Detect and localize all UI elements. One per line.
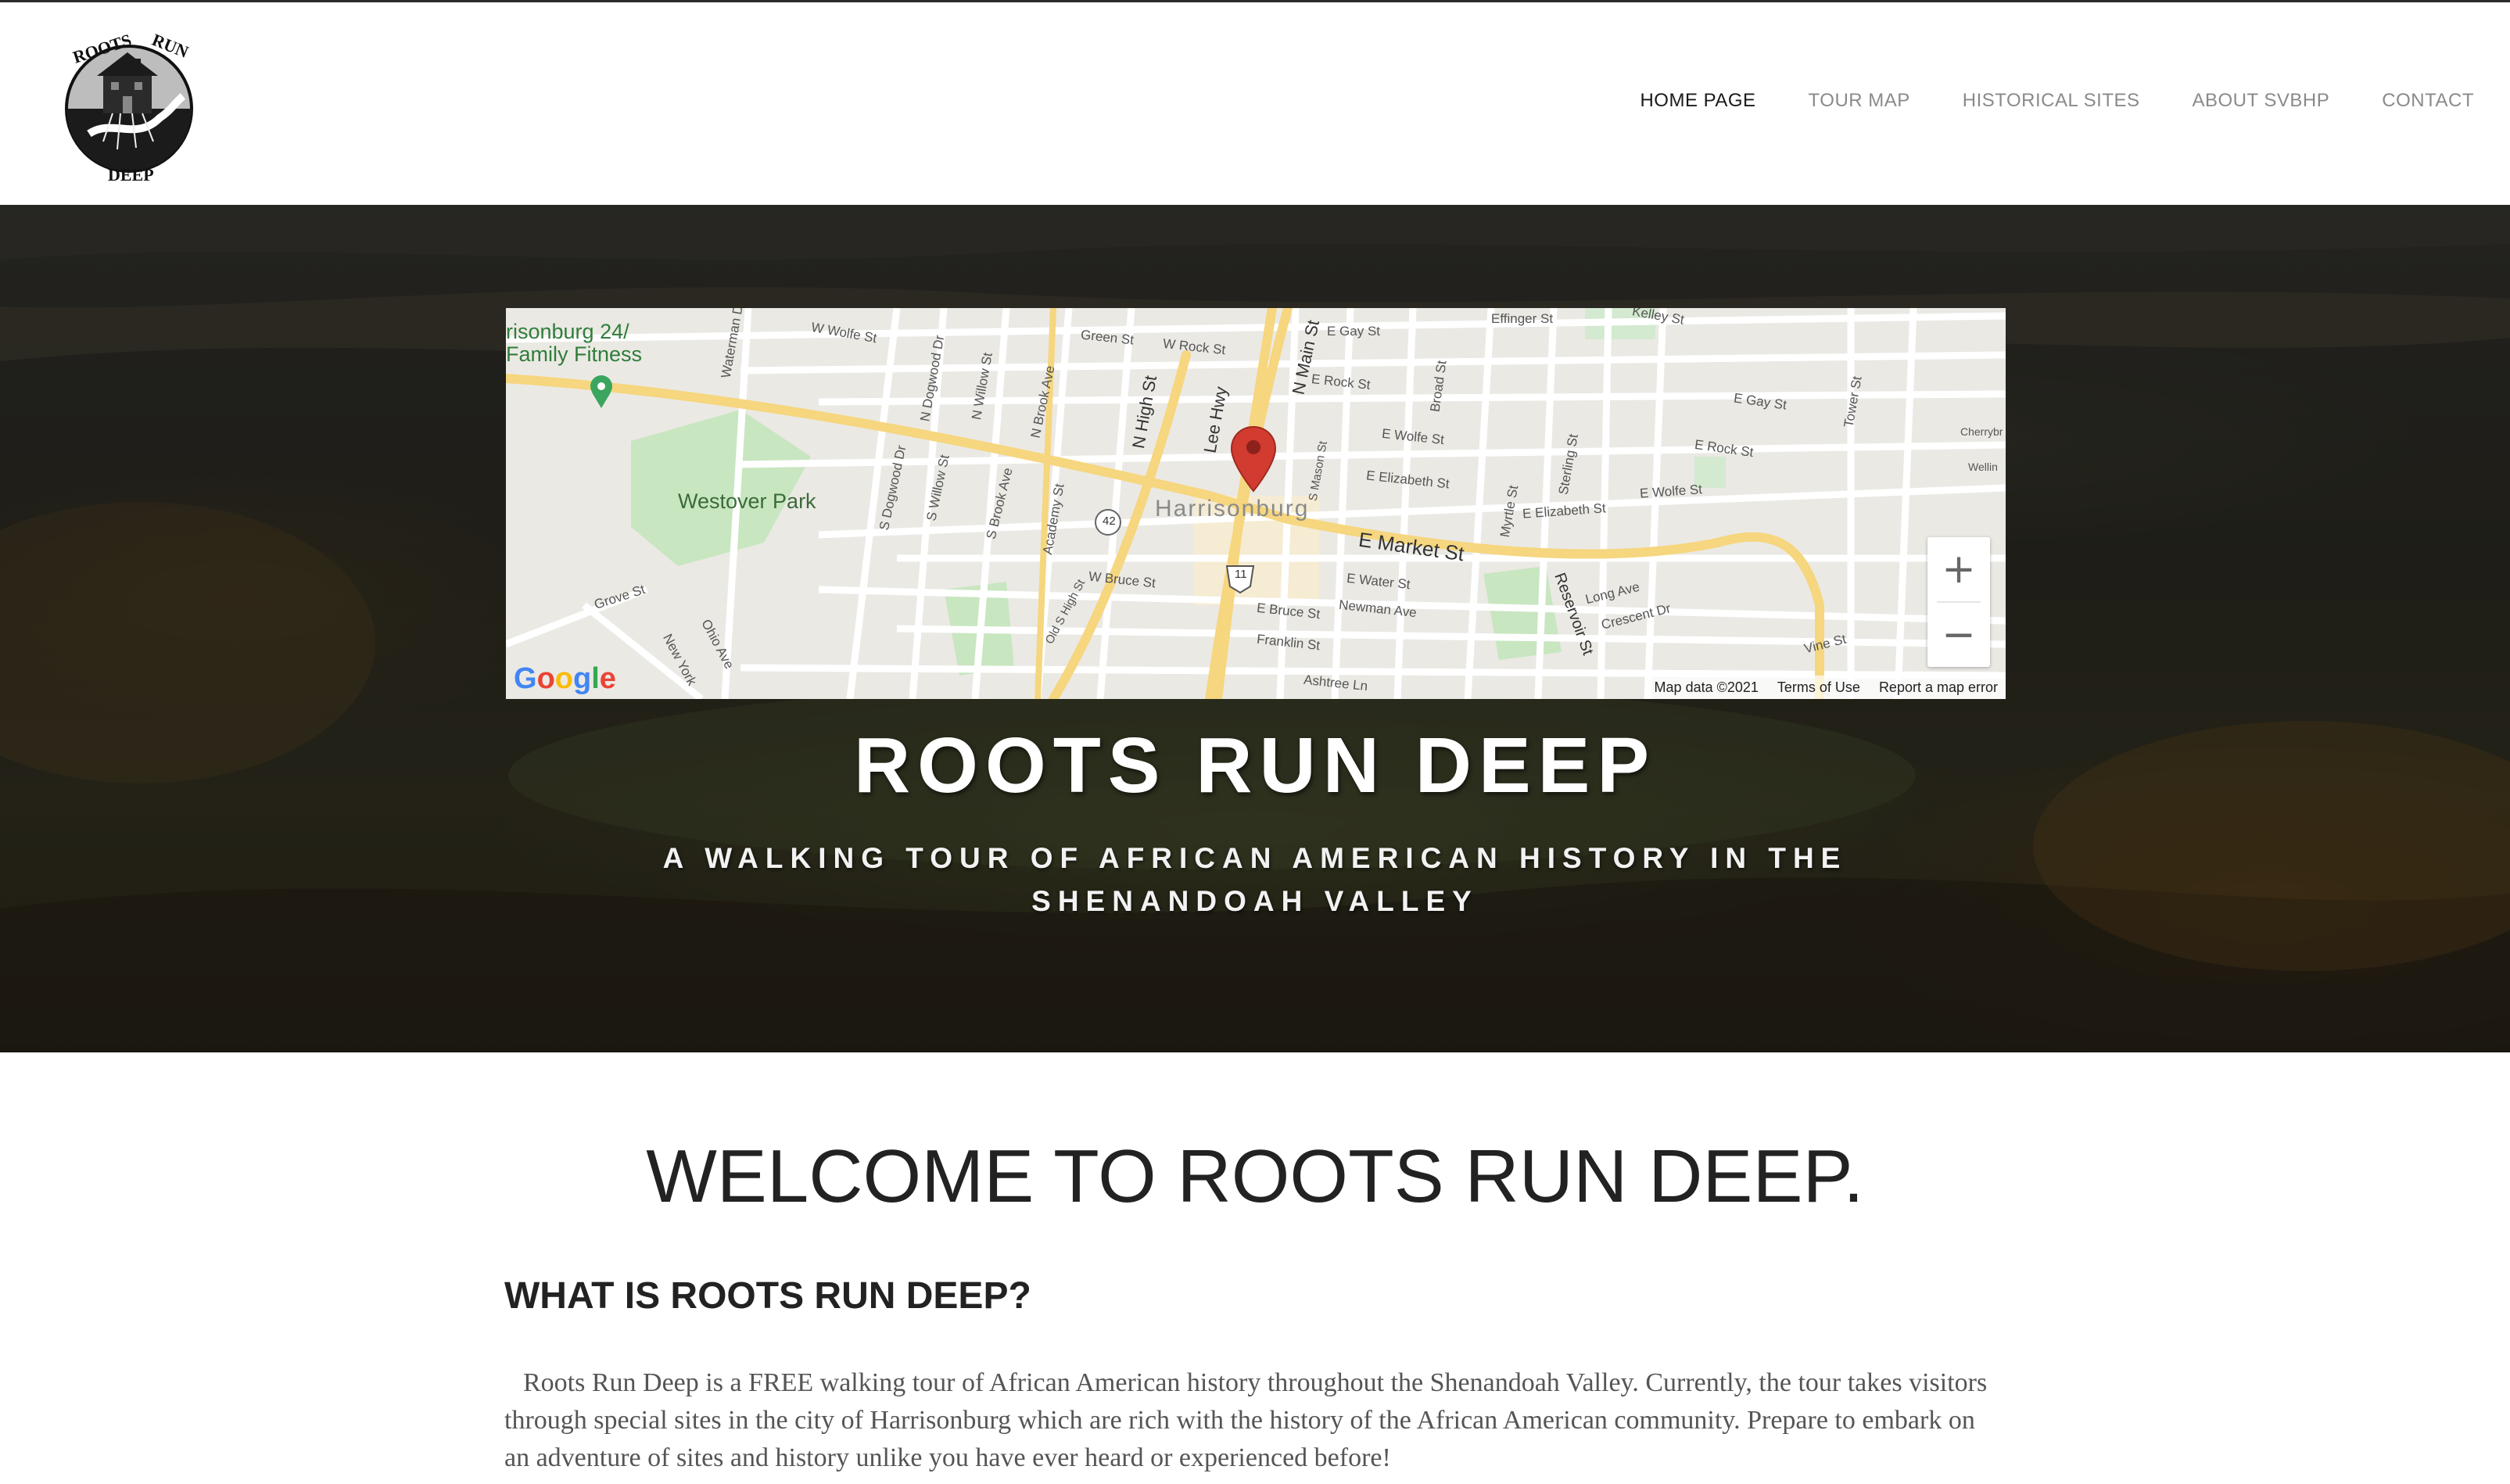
map-zoom-control: + − <box>1927 537 1990 667</box>
report-map-error-link[interactable]: Report a map error <box>1879 679 1998 696</box>
intro-paragraph: Roots Run Deep is a FREE walking tour of… <box>504 1368 1988 1472</box>
house-roots-logo-icon: ROOTS RUN DEEP <box>65 30 193 185</box>
street-e-gay: E Gay St <box>1327 324 1381 339</box>
nav-contact[interactable]: CONTACT <box>2382 90 2474 112</box>
poi-fitness-line1: risonburg 24/ <box>506 320 629 343</box>
hero-subtitle-line1: A WALKING TOUR OF AFRICAN AMERICAN HISTO… <box>662 842 1848 874</box>
site-logo[interactable]: ROOTS RUN DEEP <box>58 24 200 188</box>
street-effinger: Effinger St <box>1491 311 1554 326</box>
main-nav: HOME PAGE TOUR MAP HISTORICAL SITES ABOU… <box>1587 90 2474 112</box>
hero-subtitle: A WALKING TOUR OF AFRICAN AMERICAN HISTO… <box>594 837 1916 923</box>
street-wellin: Wellin <box>1968 461 1998 473</box>
hero-title: ROOTS RUN DEEP <box>853 722 1657 809</box>
what-is-heading: WHAT IS ROOTS RUN DEEP? <box>504 1275 1031 1317</box>
tour-map-embed[interactable]: risonburg 24/ Family Fitness Westover Pa… <box>506 308 2006 699</box>
nav-about-svbhp[interactable]: ABOUT SVBHP <box>2193 90 2330 112</box>
hero-banner: risonburg 24/ Family Fitness Westover Pa… <box>0 205 2510 1052</box>
map-data-credit: Map data ©2021 <box>1654 679 1759 695</box>
plus-icon: + <box>1942 546 1976 593</box>
terms-of-use-link[interactable]: Terms of Use <box>1777 679 1860 696</box>
zoom-out-button[interactable]: − <box>1927 603 1990 667</box>
poi-fitness-line2: Family Fitness <box>506 342 643 366</box>
map-city-label: Harrisonburg <box>1155 496 1310 522</box>
poi-westover-park: Westover Park <box>678 489 816 513</box>
google-logo[interactable]: Google <box>514 662 616 696</box>
route-42-label: 42 <box>1103 514 1116 528</box>
zoom-in-button[interactable]: + <box>1927 537 1990 601</box>
hero-subtitle-line2: SHENANDOAH VALLEY <box>1031 885 1479 917</box>
fitness-poi-marker <box>590 375 612 408</box>
street-cherrybr: Cherrybr <box>1960 425 2003 438</box>
route-11-label: 11 <box>1235 568 1247 581</box>
site-header: ROOTS RUN DEEP HOME PAGE TOUR MAP HISTOR… <box>0 0 2510 205</box>
nav-tour-map[interactable]: TOUR MAP <box>1809 90 1910 112</box>
nav-historical-sites[interactable]: HISTORICAL SITES <box>1963 90 2140 112</box>
logo-text-deep: DEEP <box>108 165 154 185</box>
minus-icon: − <box>1942 611 1976 658</box>
map-attribution: Map data ©2021 Terms of Use Report a map… <box>1646 676 2006 699</box>
location-pin-icon[interactable] <box>1230 425 1277 493</box>
welcome-heading: WELCOME TO ROOTS RUN DEEP. <box>646 1135 1864 1218</box>
nav-home-page[interactable]: HOME PAGE <box>1640 90 1755 112</box>
